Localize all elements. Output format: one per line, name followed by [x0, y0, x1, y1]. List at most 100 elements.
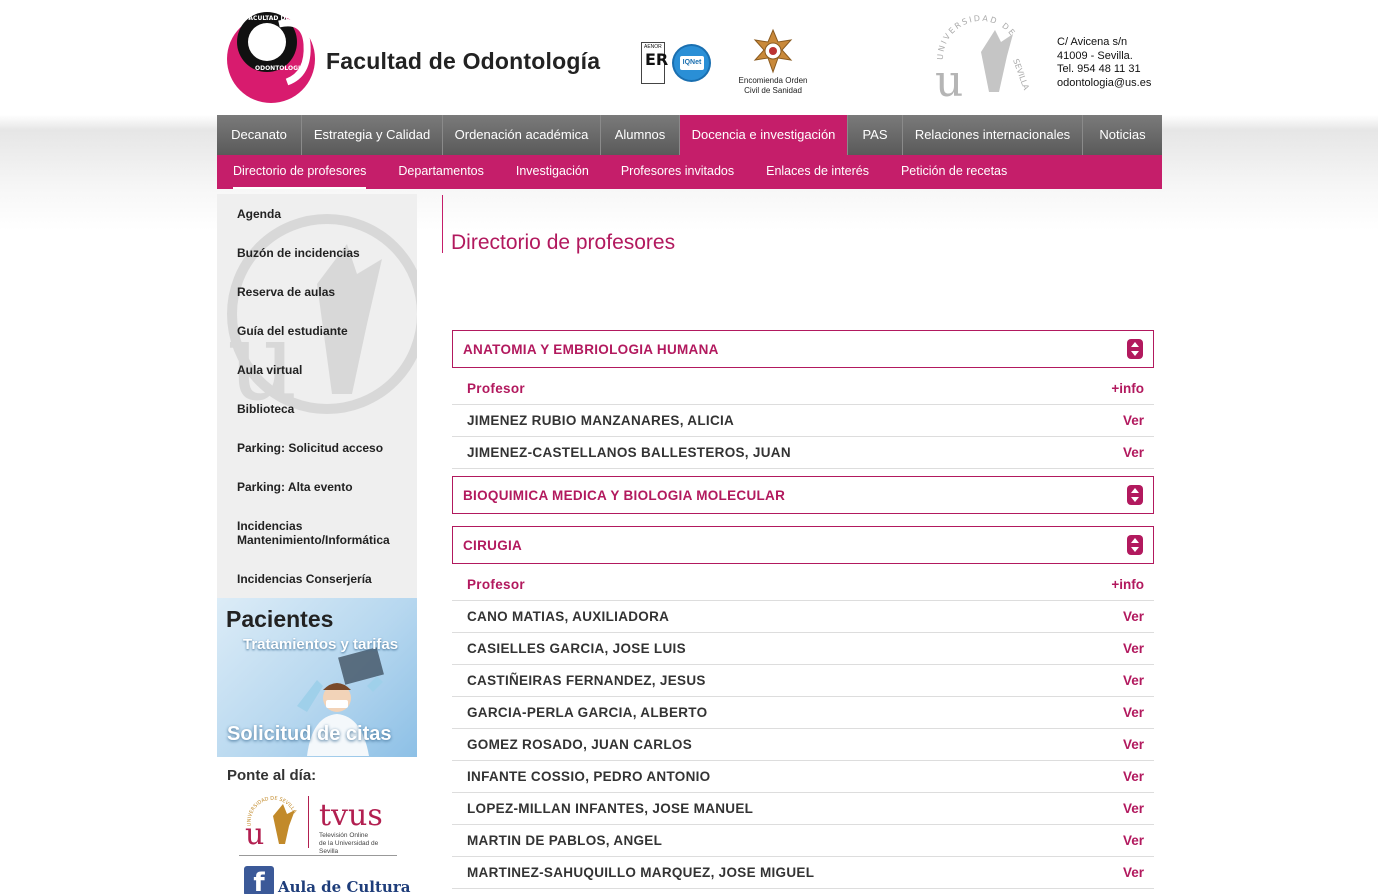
nav-estrategia-calidad[interactable]: Estrategia y Calidad — [302, 115, 443, 155]
site-header: FACULTAD DE ODONTOLOGIA Facultad de Odon… — [217, 0, 1162, 115]
table-row: MARTIN DE PABLOS, ANGEL Ver — [452, 825, 1154, 857]
sidebar-item-incidencias-mantenimiento[interactable]: Incidencias Mantenimiento/Informática — [217, 506, 417, 559]
nav-pas[interactable]: PAS — [848, 115, 903, 155]
subnav-investigacion[interactable]: Investigación — [516, 155, 589, 189]
expand-collapse-icon[interactable] — [1127, 535, 1143, 555]
department-name: CIRUGIA — [463, 538, 523, 553]
department-header[interactable]: CIRUGIA — [452, 526, 1154, 564]
svg-text:SEVILLA: SEVILLA — [1011, 58, 1029, 92]
sidebar-item-guia-estudiante[interactable]: Guía del estudiante — [217, 311, 417, 350]
ver-link[interactable]: Ver — [1123, 737, 1144, 752]
table-row: CASIELLES GARCIA, JOSE LUIS Ver — [452, 633, 1154, 665]
sidebar-item-parking-alta[interactable]: Parking: Alta evento — [217, 467, 417, 506]
nav-docencia-investigacion[interactable]: Docencia e investigación — [680, 115, 848, 155]
table-row: LOPEZ-MILLAN INFANTES, JOSE MANUEL Ver — [452, 793, 1154, 825]
promo-cta[interactable]: Solicitud de citas — [227, 723, 391, 746]
facebook-icon: f — [244, 866, 274, 894]
subnav-departamentos[interactable]: Departamentos — [398, 155, 483, 189]
site-title[interactable]: Facultad de Odontología — [326, 48, 600, 75]
ver-link[interactable]: Ver — [1123, 641, 1144, 656]
sidebar-item-parking-solicitud[interactable]: Parking: Solicitud acceso — [217, 428, 417, 467]
table-row: CANO MATIAS, AUXILIADORA Ver — [452, 601, 1154, 633]
professor-name: MARTINEZ-SAHUQUILLO MARQUEZ, JOSE MIGUEL — [467, 865, 815, 880]
svg-text:ODONTOLOGIA: ODONTOLOGIA — [255, 65, 305, 72]
professor-name: JIMENEZ-CASTELLANOS BALLESTEROS, JUAN — [467, 445, 791, 460]
sidebar-item-reserva-aulas[interactable]: Reserva de aulas — [217, 272, 417, 311]
tvus-divider — [308, 796, 309, 848]
table-row: GARCIA-PERLA GARCIA, ALBERTO Ver — [452, 697, 1154, 729]
faculty-logo-icon[interactable]: FACULTAD DE ODONTOLOGIA — [227, 4, 317, 110]
table-row: CASTIÑEIRAS FERNANDEZ, JESUS Ver — [452, 665, 1154, 697]
professor-name: GOMEZ ROSADO, JUAN CARLOS — [467, 737, 693, 752]
sidebar-item-aula-virtual[interactable]: Aula virtual — [217, 350, 417, 389]
nav-decanato[interactable]: Decanato — [217, 115, 302, 155]
sidebar-menu: Agenda Buzón de incidencias Reserva de a… — [217, 194, 417, 598]
department-header[interactable]: BIOQUIMICA MEDICA Y BIOLOGIA MOLECULAR — [452, 476, 1154, 514]
ver-link[interactable]: Ver — [1123, 609, 1144, 624]
nav-relaciones-internacionales[interactable]: Relaciones internacionales — [903, 115, 1083, 155]
ver-link[interactable]: Ver — [1123, 865, 1144, 880]
professor-name: MARTIN DE PABLOS, ANGEL — [467, 833, 663, 848]
sub-navigation: Directorio de profesores Departamentos I… — [217, 155, 1162, 189]
column-info: +info — [1111, 381, 1144, 396]
ver-link[interactable]: Ver — [1123, 833, 1144, 848]
aula-cultura-label: Aula de Cultura — [278, 878, 411, 894]
expand-collapse-icon[interactable] — [1127, 339, 1143, 359]
universidad-sevilla-logo-icon[interactable]: UNIVERSIDAD DE u SEVILLA — [929, 12, 1029, 102]
ver-link[interactable]: Ver — [1123, 801, 1144, 816]
ver-link[interactable]: Ver — [1123, 705, 1144, 720]
nav-ordenacion-academica[interactable]: Ordenación académica — [443, 115, 601, 155]
sidebar-item-buzon-incidencias[interactable]: Buzón de incidencias — [217, 233, 417, 272]
pacientes-promo-banner[interactable]: Pacientes Tratamientos y tarifas Solicit… — [217, 598, 417, 757]
sidebar: u Agenda Buzón de incidencias Reserva de… — [217, 194, 417, 598]
column-info: +info — [1111, 577, 1144, 592]
ver-link[interactable]: Ver — [1123, 673, 1144, 688]
promo-subtitle: Tratamientos y tarifas — [243, 636, 399, 653]
contact-address: C/ Avicena s/n 41009 - Sevilla. Tel. 954… — [1057, 36, 1152, 91]
aenor-mark: ER — [645, 50, 669, 69]
sidebar-item-agenda[interactable]: Agenda — [217, 194, 417, 233]
table-row: INFANTE COSSIO, PEDRO ANTONIO Ver — [452, 761, 1154, 793]
tvus-title: tvus — [319, 798, 383, 833]
department-name: BIOQUIMICA MEDICA Y BIOLOGIA MOLECULAR — [463, 488, 786, 503]
expand-collapse-icon[interactable] — [1127, 485, 1143, 505]
subnav-peticion-recetas[interactable]: Petición de recetas — [901, 155, 1007, 189]
subnav-directorio-profesores[interactable]: Directorio de profesores — [233, 155, 367, 189]
us-seal-icon: UNIVERSIDAD DE SEVILLA u — [245, 796, 298, 848]
ver-link[interactable]: Ver — [1123, 413, 1144, 428]
nav-noticias[interactable]: Noticias — [1083, 115, 1162, 155]
ver-link[interactable]: Ver — [1123, 445, 1144, 460]
aenor-certificate-icon: AENOR ER — [641, 42, 669, 84]
medal-icon — [753, 28, 793, 74]
nav-alumnos[interactable]: Alumnos — [601, 115, 680, 155]
subnav-enlaces-interes[interactable]: Enlaces de interés — [766, 155, 869, 189]
subnav-profesores-invitados[interactable]: Profesores invitados — [621, 155, 734, 189]
professor-name: LOPEZ-MILLAN INFANTES, JOSE MANUEL — [467, 801, 754, 816]
column-profesor: Profesor — [467, 381, 525, 396]
table-row: GOMEZ ROSADO, JUAN CARLOS Ver — [452, 729, 1154, 761]
sidebar-item-biblioteca[interactable]: Biblioteca — [217, 389, 417, 428]
svg-text:u: u — [935, 56, 963, 102]
medal-caption: Encomienda Orden Civil de Sanidad — [738, 76, 808, 95]
svg-text:FACULTAD DE: FACULTAD DE — [245, 15, 290, 22]
professor-name: CASTIÑEIRAS FERNANDEZ, JESUS — [467, 673, 706, 688]
tvus-caption: Televisión Online de la Universidad de S… — [319, 832, 379, 855]
ponte-al-dia-heading: Ponte al día: — [227, 767, 317, 784]
professor-name: INFANTE COSSIO, PEDRO ANTONIO — [467, 769, 711, 784]
page-wrapper: FACULTAD DE ODONTOLOGIA Facultad de Odon… — [217, 0, 1162, 894]
main-navigation: Decanato Estrategia y Calidad Ordenación… — [217, 115, 1162, 155]
column-profesor: Profesor — [467, 577, 525, 592]
sidebar-item-incidencias-conserjeria[interactable]: Incidencias Conserjería — [217, 559, 417, 598]
iqnet-label: IQNet — [680, 56, 704, 70]
table-row: JIMENEZ-CASTELLANOS BALLESTEROS, JUAN Ve… — [452, 437, 1154, 469]
professor-name: CASIELLES GARCIA, JOSE LUIS — [467, 641, 686, 656]
iqnet-certificate-icon: IQNet — [672, 44, 711, 82]
tvus-banner[interactable]: UNIVERSIDAD DE SEVILLA u tvus Televisión… — [239, 792, 397, 856]
table-header-row: Profesor +info — [452, 373, 1154, 405]
department-name: ANATOMIA Y EMBRIOLOGIA HUMANA — [463, 342, 719, 357]
professor-name: JIMENEZ RUBIO MANZANARES, ALICIA — [467, 413, 735, 428]
contact-email-link[interactable]: odontologia@us.es — [1057, 77, 1151, 91]
ver-link[interactable]: Ver — [1123, 769, 1144, 784]
aula-cultura-banner[interactable]: f Aula de Cultura — [244, 864, 414, 894]
department-header[interactable]: ANATOMIA Y EMBRIOLOGIA HUMANA — [452, 330, 1154, 368]
